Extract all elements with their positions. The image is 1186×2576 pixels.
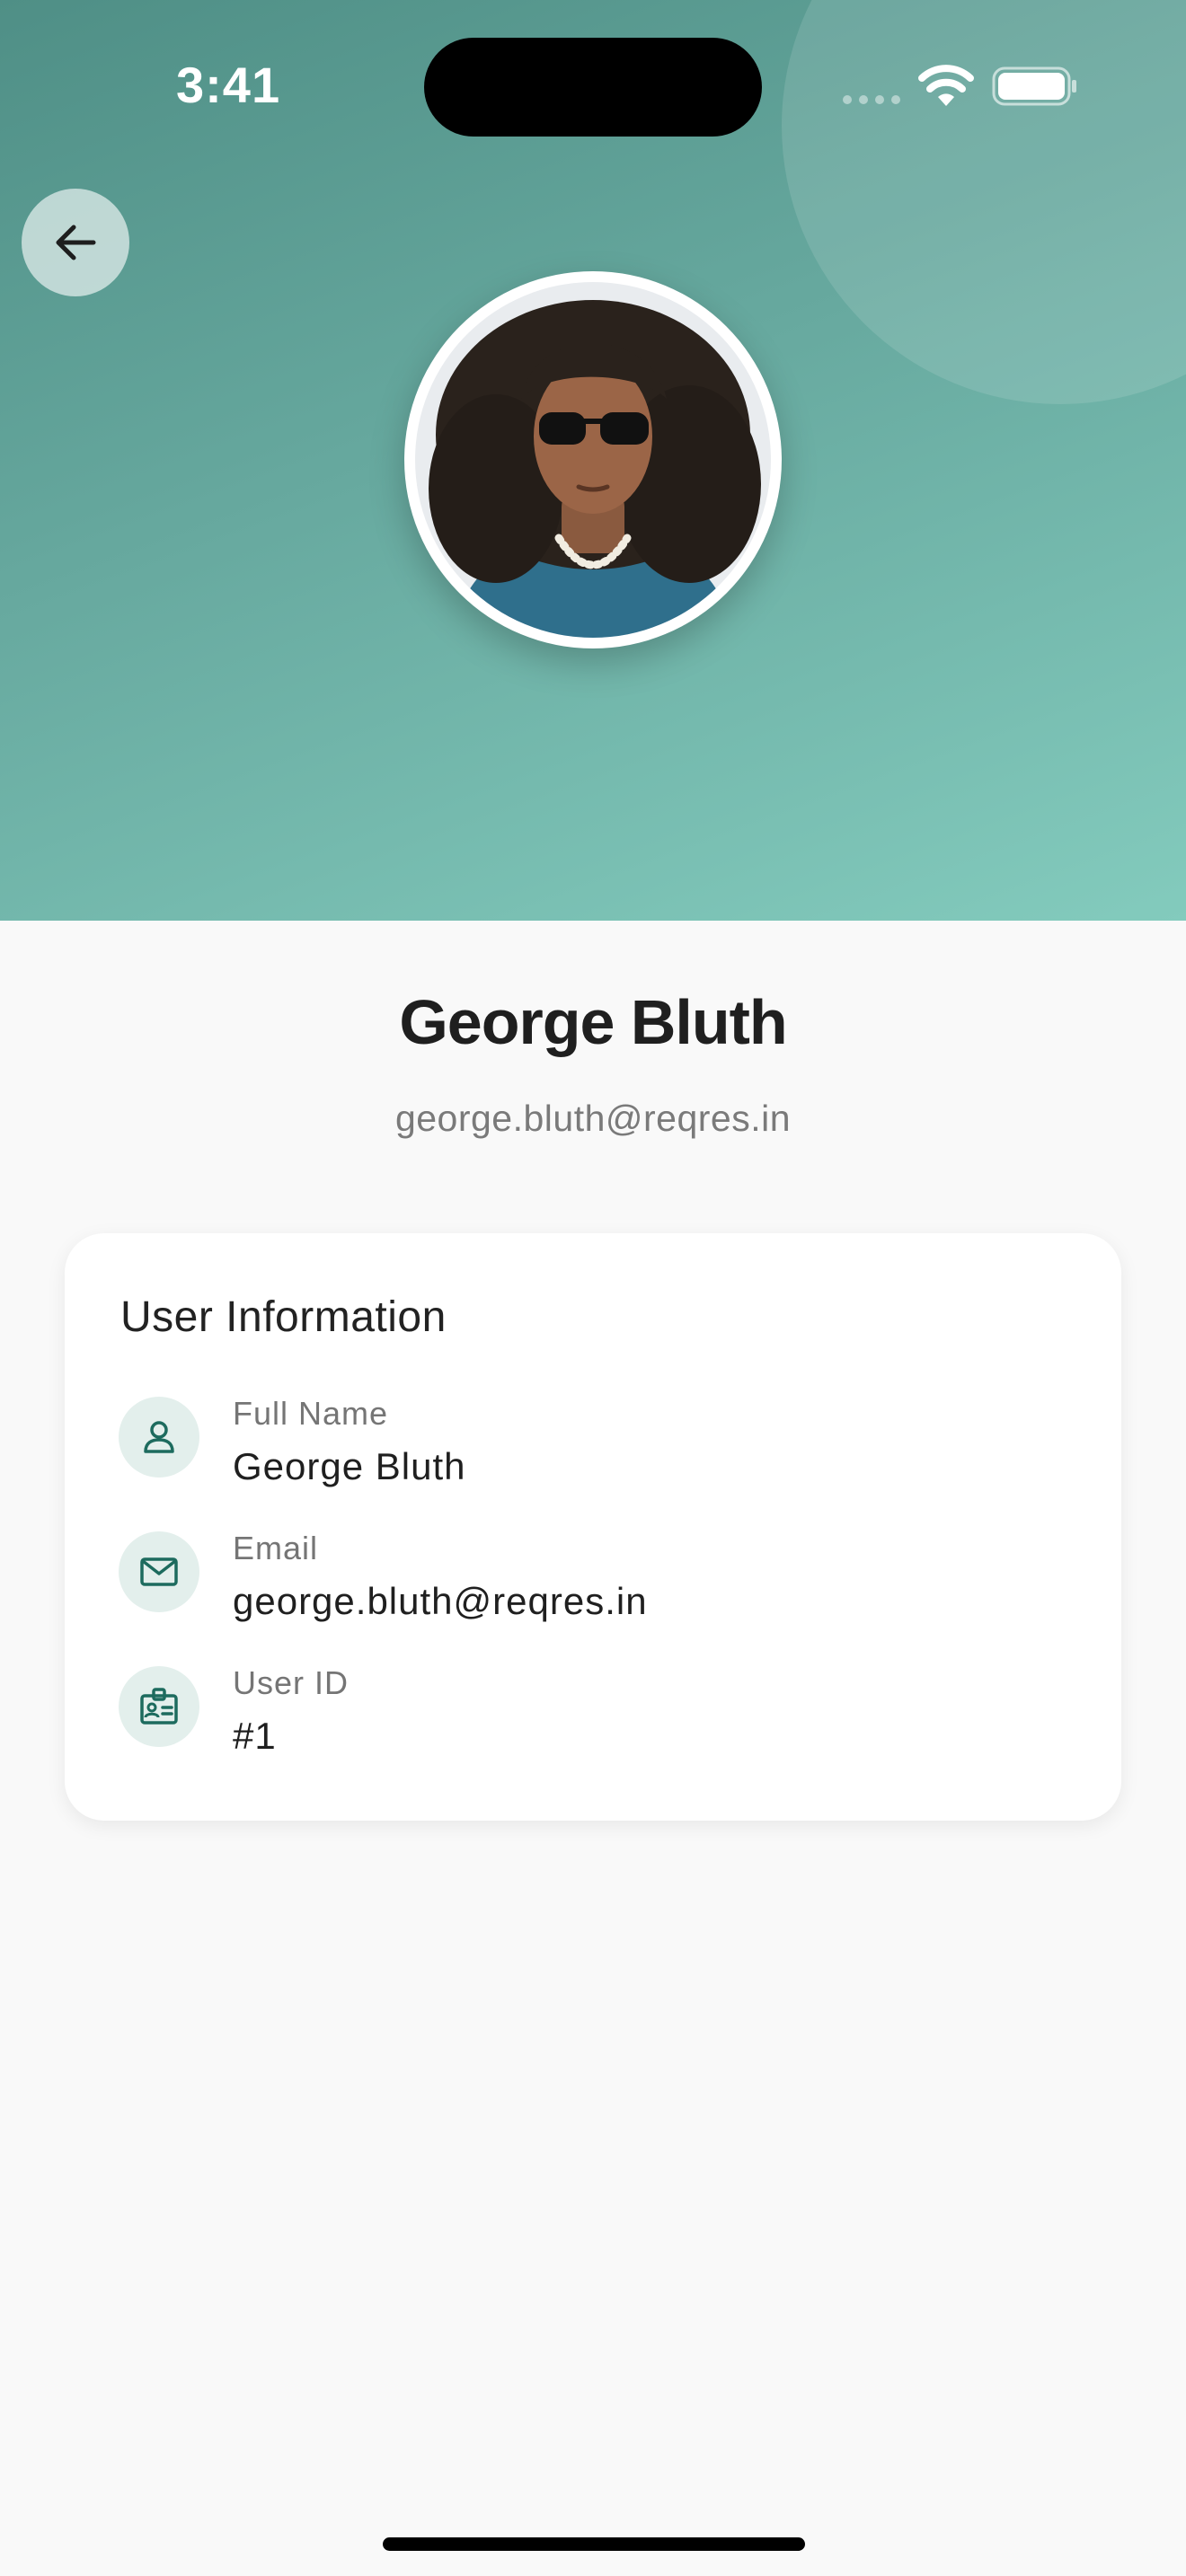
avatar bbox=[415, 282, 771, 638]
profile-header: 3:41 bbox=[0, 0, 1186, 921]
id-badge-icon bbox=[119, 1666, 199, 1747]
profile-name: George Bluth bbox=[399, 987, 787, 1057]
user-information-card: User Information Full Name George Bluth … bbox=[65, 1233, 1121, 1821]
info-row-email: Email george.bluth@reqres.in bbox=[119, 1530, 1071, 1637]
home-indicator[interactable] bbox=[383, 2537, 805, 2551]
status-time: 3:41 bbox=[176, 57, 281, 113]
wifi-icon bbox=[918, 65, 974, 106]
info-label: User ID bbox=[233, 1664, 350, 1701]
cellular-signal-icon bbox=[843, 95, 900, 104]
battery-icon bbox=[992, 66, 1076, 106]
dynamic-island bbox=[424, 38, 762, 137]
info-value: george.bluth@reqres.in bbox=[233, 1580, 648, 1622]
back-button[interactable] bbox=[22, 189, 129, 296]
avatar-frame bbox=[404, 271, 782, 648]
info-value: #1 bbox=[233, 1715, 277, 1757]
mail-icon bbox=[119, 1531, 199, 1612]
info-value: George Bluth bbox=[233, 1445, 466, 1487]
card-title: User Information bbox=[120, 1293, 447, 1341]
decorative-circle bbox=[782, 0, 1186, 404]
info-label: Full Name bbox=[233, 1395, 389, 1432]
person-icon bbox=[119, 1397, 199, 1478]
info-row-user-id: User ID #1 bbox=[119, 1664, 1071, 1772]
avatar-image bbox=[415, 282, 771, 638]
arrow-left-icon bbox=[56, 225, 96, 260]
info-label: Email bbox=[233, 1530, 319, 1566]
info-row-full-name: Full Name George Bluth bbox=[119, 1395, 1071, 1503]
profile-email: george.bluth@reqres.in bbox=[394, 1098, 792, 1139]
